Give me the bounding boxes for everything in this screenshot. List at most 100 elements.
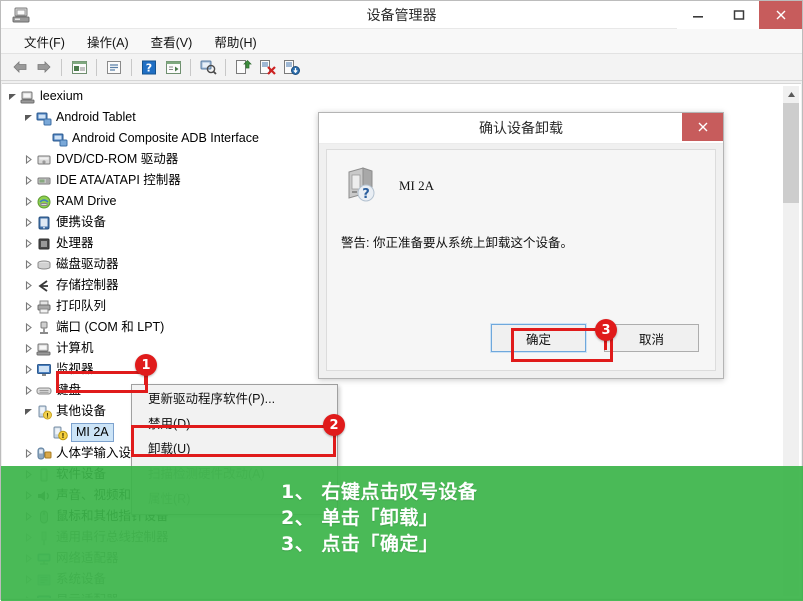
tree-twisty-collapsed-icon[interactable] bbox=[22, 149, 35, 170]
monitor-icon bbox=[35, 361, 52, 378]
computer-question-icon: ? bbox=[341, 164, 381, 207]
android-icon bbox=[51, 130, 68, 147]
ide-icon bbox=[35, 172, 52, 189]
tree-item-label: 计算机 bbox=[56, 341, 94, 355]
dialog-warning-text: 警告: 你正准备要从系统上卸载这个设备。 bbox=[341, 236, 573, 250]
printer-icon bbox=[35, 298, 52, 315]
tree-twisty-collapsed-icon[interactable] bbox=[22, 191, 35, 212]
menu-action[interactable]: 操作(A) bbox=[76, 29, 140, 54]
console-tree-icon[interactable] bbox=[162, 57, 184, 78]
tree-item-label: DVD/CD-ROM 驱动器 bbox=[56, 152, 179, 166]
tree-twisty-collapsed-icon[interactable] bbox=[22, 275, 35, 296]
computer-icon bbox=[35, 340, 52, 357]
tree-item-label: RAM Drive bbox=[56, 194, 117, 208]
minimize-button[interactable] bbox=[677, 1, 718, 29]
ramdrive-icon bbox=[35, 193, 52, 210]
portable-icon bbox=[35, 214, 52, 231]
tree-item-label: MI 2A bbox=[71, 423, 114, 442]
tree-item-label: 存储控制器 bbox=[56, 278, 119, 292]
dialog-device-row: ? MI 2A bbox=[341, 164, 434, 207]
tree-item-label: leexium bbox=[40, 89, 84, 103]
toolbar-separator-3 bbox=[131, 58, 132, 76]
tree-twisty-collapsed-icon[interactable] bbox=[22, 233, 35, 254]
dialog-titlebar: 确认设备卸载 bbox=[319, 113, 723, 144]
tree-item-label: 其他设备 bbox=[56, 404, 107, 418]
svg-text:?: ? bbox=[362, 187, 370, 202]
ctx-update-driver[interactable]: 更新驱动程序软件(P)... bbox=[132, 387, 337, 412]
uninstall-device-icon[interactable] bbox=[256, 57, 278, 78]
disk-icon bbox=[35, 256, 52, 273]
tree-twisty-expanded-icon[interactable] bbox=[22, 401, 35, 422]
annotation-badge-1: 1 bbox=[135, 354, 157, 376]
toolbar-separator-5 bbox=[225, 58, 226, 76]
tree-twisty-none bbox=[38, 422, 51, 443]
instruction-line-1: 1、 右键点击叹号设备 bbox=[281, 481, 478, 503]
menu-file[interactable]: 文件(F) bbox=[13, 29, 76, 54]
tree-twisty-none bbox=[38, 128, 51, 149]
dvd-icon bbox=[35, 151, 52, 168]
tree-item-17[interactable]: 人体学输入设备 bbox=[6, 443, 781, 464]
hid-icon bbox=[35, 445, 52, 462]
port-icon bbox=[35, 319, 52, 336]
scrollbar-thumb[interactable] bbox=[783, 103, 799, 203]
scan-hardware-changes-icon[interactable] bbox=[197, 57, 219, 78]
instruction-line-2: 2、 单击「卸载」 bbox=[281, 507, 439, 529]
menu-view[interactable]: 查看(V) bbox=[140, 29, 204, 54]
tree-twisty-collapsed-icon[interactable] bbox=[22, 212, 35, 233]
tree-item-0[interactable]: leexium bbox=[6, 86, 781, 107]
dialog-device-name: MI 2A bbox=[399, 177, 435, 193]
close-icon bbox=[776, 10, 785, 20]
warning-dev-icon: ! bbox=[51, 424, 68, 441]
keyboard-icon bbox=[35, 382, 52, 399]
device-manager-window: 设备管理器 文件(F) 操作(A) 查看(V) 帮助(H) ? leexium … bbox=[0, 0, 803, 601]
tree-twisty-collapsed-icon[interactable] bbox=[22, 359, 35, 380]
maximize-button[interactable] bbox=[718, 1, 759, 29]
tree-twisty-collapsed-icon[interactable] bbox=[22, 317, 35, 338]
tree-twisty-collapsed-icon[interactable] bbox=[22, 170, 35, 191]
tree-twisty-expanded-icon[interactable] bbox=[6, 86, 19, 107]
help-icon[interactable]: ? bbox=[138, 57, 160, 78]
menu-help[interactable]: 帮助(H) bbox=[203, 29, 267, 54]
android-icon bbox=[35, 109, 52, 126]
show-hidden-devices-icon[interactable] bbox=[68, 57, 90, 78]
tree-item-label: Android Composite ADB Interface bbox=[72, 131, 259, 145]
tree-item-16[interactable]: ! MI 2A bbox=[6, 422, 781, 443]
tree-twisty-collapsed-icon[interactable] bbox=[22, 296, 35, 317]
instruction-line-3: 3、 点击「确定」 bbox=[281, 533, 439, 555]
maximize-icon bbox=[733, 10, 744, 20]
instruction-text: 1、 右键点击叹号设备 2、 单击「卸载」 3、 点击「确定」 bbox=[281, 479, 477, 557]
tree-twisty-collapsed-icon[interactable] bbox=[22, 443, 35, 464]
menubar: 文件(F) 操作(A) 查看(V) 帮助(H) bbox=[1, 29, 802, 54]
tree-item-label: 便携设备 bbox=[56, 215, 107, 229]
annotation-box-2 bbox=[131, 425, 336, 457]
tree-twisty-collapsed-icon[interactable] bbox=[22, 338, 35, 359]
unknown-dev-icon: ! bbox=[35, 403, 52, 420]
annotation-badge-2: 2 bbox=[323, 414, 345, 436]
disable-device-icon[interactable] bbox=[280, 57, 302, 78]
tree-item-label: Android Tablet bbox=[56, 110, 136, 124]
tree-item-label: 端口 (COM 和 LPT) bbox=[56, 320, 165, 334]
toolbar-separator-2 bbox=[96, 58, 97, 76]
properties-icon[interactable] bbox=[103, 57, 125, 78]
tree-twisty-expanded-icon[interactable] bbox=[22, 107, 35, 128]
computer-icon bbox=[19, 88, 36, 105]
toolbar-separator-1 bbox=[61, 58, 62, 76]
minimize-icon bbox=[692, 16, 703, 18]
back-arrow-icon[interactable] bbox=[9, 57, 31, 78]
forward-arrow-icon[interactable] bbox=[33, 57, 55, 78]
tree-item-15[interactable]: ! 其他设备 bbox=[6, 401, 781, 422]
window-titlebar: 设备管理器 bbox=[1, 1, 802, 29]
tree-item-label: IDE ATA/ATAPI 控制器 bbox=[56, 173, 181, 187]
dialog-close-button[interactable] bbox=[682, 113, 723, 141]
tree-twisty-collapsed-icon[interactable] bbox=[22, 254, 35, 275]
annotation-box-1 bbox=[56, 371, 148, 393]
svg-text:!: ! bbox=[46, 412, 49, 419]
update-driver-icon[interactable] bbox=[232, 57, 254, 78]
tree-item-label: 打印队列 bbox=[56, 299, 107, 313]
tree-twisty-collapsed-icon[interactable] bbox=[22, 380, 35, 401]
scroll-up-icon[interactable] bbox=[783, 86, 799, 102]
annotation-badge-3: 3 bbox=[595, 319, 617, 341]
svg-text:!: ! bbox=[61, 432, 64, 440]
close-button[interactable] bbox=[759, 1, 802, 29]
dialog-cancel-button[interactable]: 取消 bbox=[604, 324, 699, 352]
